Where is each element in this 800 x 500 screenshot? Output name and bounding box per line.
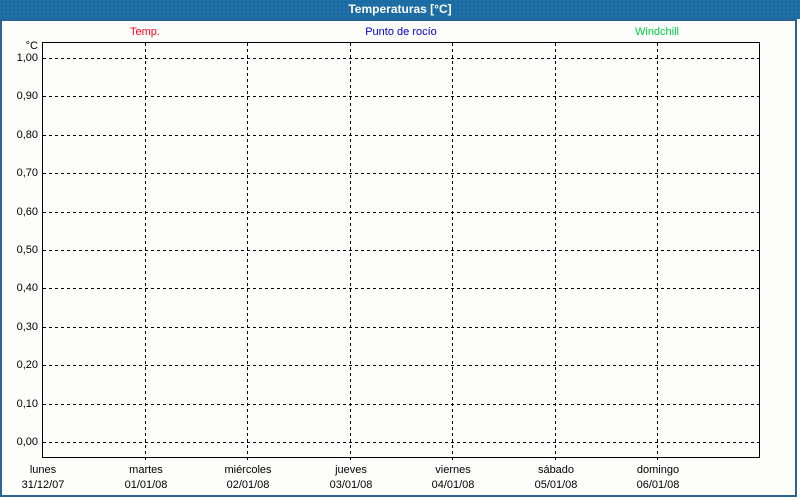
- y-gridline: [43, 212, 759, 213]
- x-axis-day-label: miércoles02/01/08: [224, 463, 271, 493]
- window-title: Temperaturas [°C]: [348, 2, 451, 16]
- weekday-label: miércoles: [224, 463, 271, 478]
- y-gridline: [43, 288, 759, 289]
- x-axis-day-label: jueves03/01/08: [330, 463, 373, 493]
- date-label: 03/01/08: [330, 478, 373, 493]
- weekday-label: jueves: [330, 463, 373, 478]
- x-axis-day-label: viernes04/01/08: [432, 463, 475, 493]
- weekday-label: sábado: [535, 463, 578, 478]
- chart-window: Temperaturas [°C] Temp. Punto de rocío Win…: [0, 0, 800, 500]
- x-axis-day-label: domingo06/01/08: [637, 463, 680, 493]
- x-axis-tick: [555, 458, 556, 462]
- x-gridline: [555, 43, 556, 457]
- weekday-label: martes: [125, 463, 168, 478]
- date-label: 02/01/08: [224, 478, 271, 493]
- date-label: 04/01/08: [432, 478, 475, 493]
- legend-item: Windchill: [635, 25, 679, 39]
- y-tick-label: 1,00: [2, 52, 38, 64]
- y-tick-label: 0,30: [2, 321, 38, 333]
- y-tick-label: 0,10: [2, 398, 38, 410]
- weekday-label: lunes: [22, 463, 65, 478]
- y-tick-label: 0,60: [2, 206, 38, 218]
- x-axis-tick: [247, 458, 248, 462]
- weekday-label: viernes: [432, 463, 475, 478]
- y-tick-label: 0,90: [2, 90, 38, 102]
- x-axis-tick: [145, 458, 146, 462]
- weekday-label: domingo: [637, 463, 680, 478]
- y-tick-label: 0,70: [2, 167, 38, 179]
- y-gridline: [43, 404, 759, 405]
- x-gridline: [657, 43, 658, 457]
- y-gridline: [43, 135, 759, 136]
- window-titlebar: Temperaturas [°C]: [0, 0, 800, 19]
- date-label: 06/01/08: [637, 478, 680, 493]
- x-gridline: [452, 43, 453, 457]
- chart-frame: Temp. Punto de rocío Windchill °C 1,00 0,90…: [0, 19, 797, 497]
- x-axis-day-label: martes01/01/08: [125, 463, 168, 493]
- x-gridline: [145, 43, 146, 457]
- x-axis-tick: [657, 458, 658, 462]
- legend-item: Temp.: [130, 25, 160, 39]
- y-tick-label: 0,00: [2, 436, 38, 448]
- y-gridline: [43, 58, 759, 59]
- y-gridline: [43, 442, 759, 443]
- x-axis-tick: [350, 458, 351, 462]
- plot-area: [42, 42, 760, 458]
- y-axis-unit-label: °C: [2, 40, 38, 52]
- y-gridline: [43, 327, 759, 328]
- y-gridline: [43, 250, 759, 251]
- x-gridline: [247, 43, 248, 457]
- legend-item: Punto de rocío: [365, 25, 437, 39]
- y-gridline: [43, 96, 759, 97]
- date-label: 01/01/08: [125, 478, 168, 493]
- x-axis-day-label: lunes31/12/07: [22, 463, 65, 493]
- y-gridline: [43, 365, 759, 366]
- date-label: 31/12/07: [22, 478, 65, 493]
- date-label: 05/01/08: [535, 478, 578, 493]
- x-axis-tick: [452, 458, 453, 462]
- y-tick-label: 0,20: [2, 359, 38, 371]
- y-gridline: [43, 173, 759, 174]
- y-tick-label: 0,50: [2, 244, 38, 256]
- x-gridline: [350, 43, 351, 457]
- y-tick-label: 0,40: [2, 282, 38, 294]
- y-tick-label: 0,80: [2, 129, 38, 141]
- x-axis-day-label: sábado05/01/08: [535, 463, 578, 493]
